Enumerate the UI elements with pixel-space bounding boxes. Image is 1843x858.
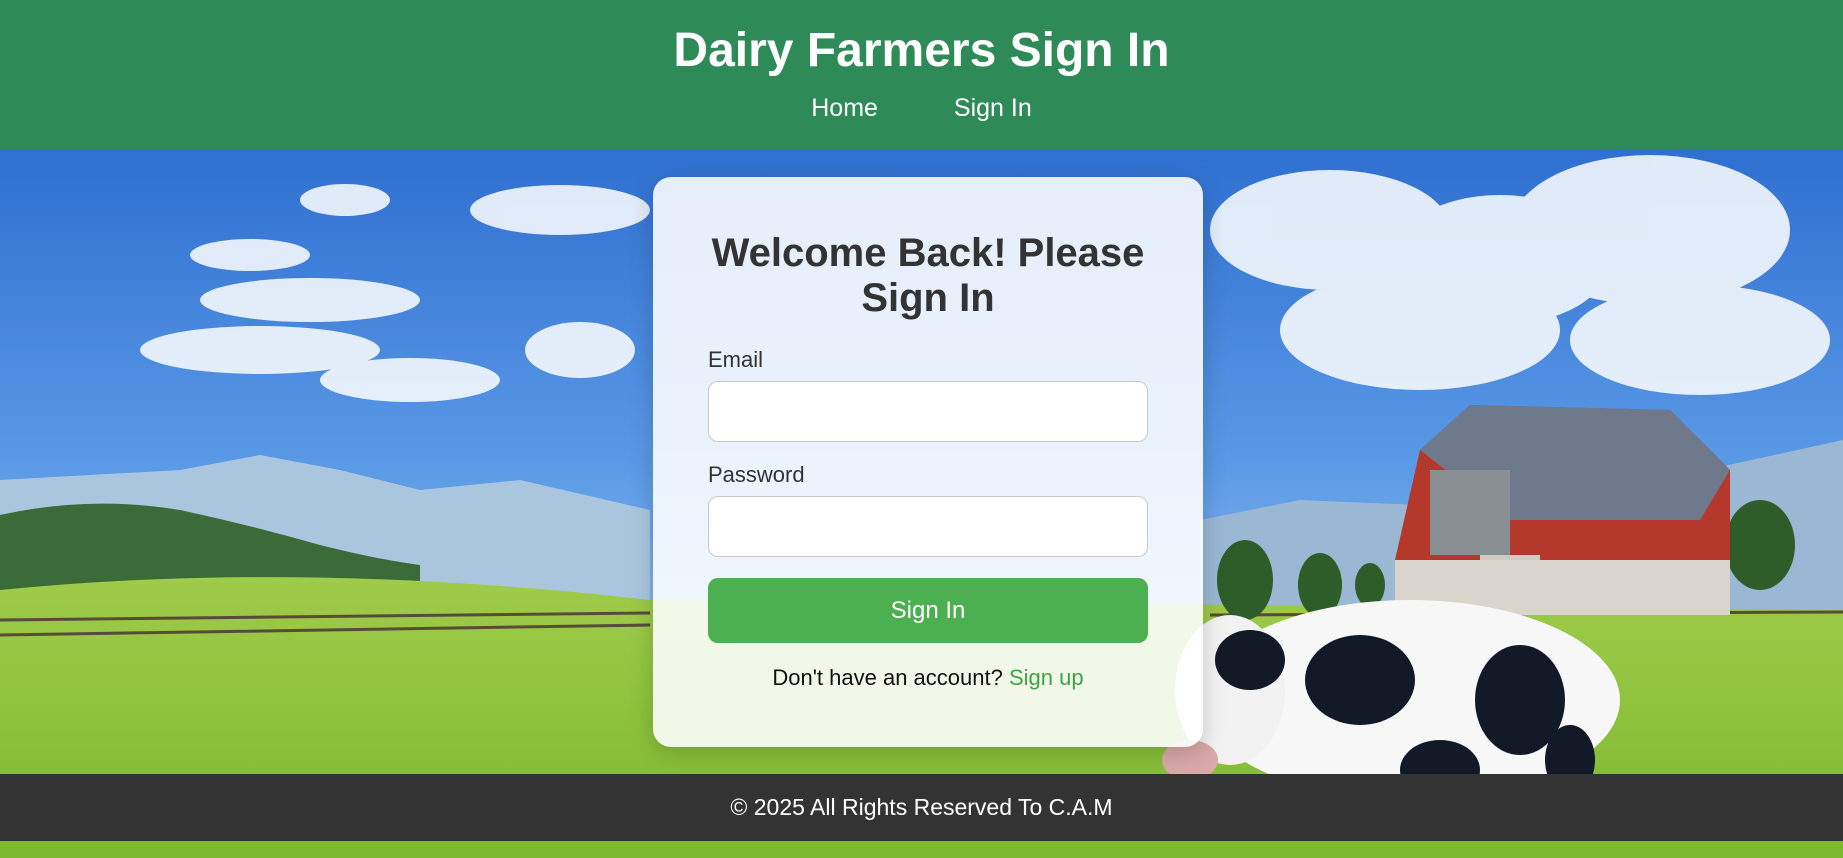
nav-link-sign-in[interactable]: Sign In [954,94,1032,123]
main-nav: Home Sign In [0,94,1843,123]
password-field[interactable] [708,496,1148,557]
signup-prompt-text: Don't have an account? [772,665,1003,690]
password-label: Password [708,462,805,487]
copyright-text: © 2025 All Rights Reserved To C.A.M [730,794,1113,820]
email-field[interactable] [708,381,1148,442]
sign-in-card: Welcome Back! Please Sign In Email Passw… [653,177,1203,747]
site-header: Dairy Farmers Sign In Home Sign In [0,0,1843,150]
signup-prompt-line: Don't have an account? Sign up [708,665,1148,691]
site-title: Dairy Farmers Sign In [673,24,1170,77]
email-label: Email [708,347,764,372]
nav-link-home[interactable]: Home [811,94,878,123]
sign-up-link[interactable]: Sign up [1009,665,1084,690]
site-footer: © 2025 All Rights Reserved To C.A.M [0,774,1843,841]
form-heading: Welcome Back! Please Sign In [711,231,1145,320]
sign-in-button[interactable]: Sign In [708,578,1148,643]
